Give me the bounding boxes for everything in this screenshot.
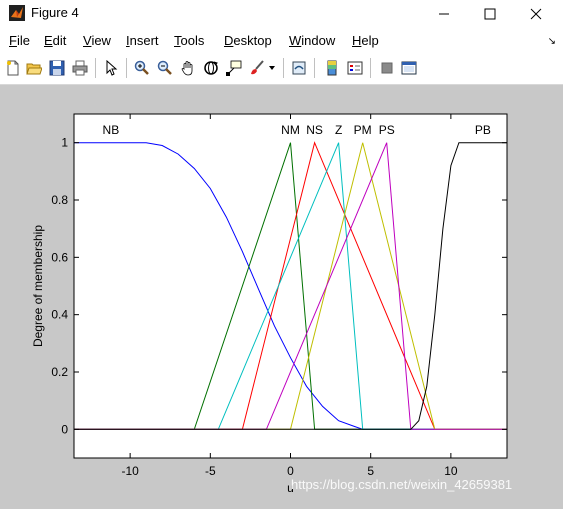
x-tick-label: -10 bbox=[121, 464, 139, 478]
select-arrow-button[interactable] bbox=[101, 58, 121, 78]
new-figure-icon bbox=[7, 60, 19, 76]
print-icon bbox=[72, 60, 88, 76]
watermark-text: https://blog.csdn.net/weixin_42659381 bbox=[291, 477, 513, 492]
menu-window-rest: indow bbox=[301, 33, 336, 48]
colorbar-button[interactable] bbox=[322, 58, 342, 78]
rotate-3d-button[interactable] bbox=[201, 58, 221, 78]
y-tick-label: 1 bbox=[61, 136, 68, 150]
brush-icon bbox=[251, 60, 264, 75]
close-button[interactable] bbox=[513, 0, 559, 28]
menu-edit[interactable]: Edit bbox=[44, 33, 66, 48]
new-figure-button[interactable] bbox=[3, 58, 23, 78]
menu-desktop-rest: esktop bbox=[233, 33, 272, 48]
series-label-z: Z bbox=[335, 123, 342, 137]
y-tick-label: 0.4 bbox=[51, 308, 68, 322]
plot-area bbox=[74, 114, 507, 458]
y-tick-label: 0.2 bbox=[51, 365, 68, 379]
menu-tools-rest: ools bbox=[180, 33, 205, 48]
pan-button[interactable] bbox=[178, 58, 198, 78]
zoom-out-button[interactable] bbox=[155, 58, 175, 78]
menu-view[interactable]: View bbox=[83, 33, 111, 48]
zoom-in-icon bbox=[134, 60, 149, 75]
menu-bar: File Edit View Insert Tools Desktop Wind… bbox=[0, 28, 563, 52]
close-icon bbox=[530, 8, 542, 20]
pan-hand-icon bbox=[181, 61, 193, 76]
y-tick-label: 0.8 bbox=[51, 193, 68, 207]
x-tick-label: 5 bbox=[367, 464, 374, 478]
figure-canvas[interactable]: NB NM NS Z PM PS PB -10 -5 0 5 10 0 0.2 0.4 0.6 0.8 1 u… bbox=[0, 85, 563, 504]
series-label-ps: PS bbox=[379, 123, 395, 137]
matlab-app-icon bbox=[9, 5, 25, 21]
menu-help-key: H bbox=[352, 33, 362, 48]
brush-dropdown[interactable] bbox=[266, 58, 278, 78]
series-label-nb: NB bbox=[103, 123, 120, 137]
maximize-icon bbox=[484, 8, 496, 20]
legend-icon bbox=[347, 61, 363, 75]
link-plot-icon bbox=[292, 61, 306, 75]
toolbar-separator bbox=[126, 58, 127, 78]
toolbar-separator bbox=[370, 58, 371, 78]
save-icon bbox=[49, 60, 65, 76]
x-tick-label: 0 bbox=[287, 464, 294, 478]
menu-help-rest: elp bbox=[361, 33, 379, 48]
menu-desktop[interactable]: Desktop bbox=[224, 33, 272, 48]
brush-button[interactable] bbox=[247, 58, 267, 78]
menu-view-rest: iew bbox=[91, 33, 111, 48]
membership-chart: NB NM NS Z PM PS PB -10 -5 0 5 10 00.20.40.60.81 u… bbox=[31, 113, 508, 495]
y-tick-label: 0 bbox=[61, 422, 68, 436]
rotate-3d-icon bbox=[204, 61, 218, 75]
menu-edit-key: E bbox=[44, 33, 53, 48]
series-label-pb: PB bbox=[475, 123, 491, 137]
data-cursor-button[interactable] bbox=[224, 58, 244, 78]
x-tick-label: 10 bbox=[444, 464, 458, 478]
zoom-out-icon bbox=[157, 60, 172, 75]
chevron-down-icon bbox=[269, 66, 275, 70]
menu-desktop-key: D bbox=[224, 33, 234, 48]
menu-edit-rest: dit bbox=[52, 33, 67, 48]
menu-file[interactable]: File bbox=[9, 33, 30, 48]
hide-plot-tools-icon bbox=[381, 62, 393, 74]
menu-file-rest: ile bbox=[16, 33, 30, 48]
title-bar: Figure 4 bbox=[0, 0, 563, 28]
menu-window-key: W bbox=[289, 33, 302, 48]
open-file-button[interactable] bbox=[24, 58, 44, 78]
menu-insert[interactable]: Insert bbox=[126, 33, 159, 48]
hide-plot-tools-button[interactable] bbox=[377, 58, 397, 78]
zoom-in-button[interactable] bbox=[132, 58, 152, 78]
toolbar-separator bbox=[283, 58, 284, 78]
x-tick-label: -5 bbox=[205, 464, 216, 478]
menu-insert-rest: nsert bbox=[129, 33, 159, 48]
save-button[interactable] bbox=[47, 58, 67, 78]
menu-tools[interactable]: Tools bbox=[174, 33, 204, 48]
menu-help[interactable]: Help bbox=[352, 33, 379, 48]
link-plot-button[interactable] bbox=[289, 58, 309, 78]
series-label-ns: NS bbox=[306, 123, 323, 137]
y-axis-label: Degree of membership bbox=[31, 225, 45, 347]
show-plot-tools-button[interactable] bbox=[399, 58, 419, 78]
menu-file-key: F bbox=[9, 33, 17, 48]
maximize-button[interactable] bbox=[467, 0, 513, 28]
toolbar-separator bbox=[95, 58, 96, 78]
minimize-button[interactable] bbox=[421, 0, 467, 28]
menu-window[interactable]: Window bbox=[289, 33, 335, 48]
dock-arrow-icon[interactable]: ↘ bbox=[548, 36, 556, 47]
figure-toolbar bbox=[0, 52, 563, 85]
legend-button[interactable] bbox=[345, 58, 365, 78]
minimize-icon bbox=[439, 13, 449, 15]
select-arrow-icon bbox=[106, 60, 118, 76]
data-cursor-icon bbox=[226, 60, 242, 76]
series-label-pm: PM bbox=[354, 123, 372, 137]
window-title: Figure 4 bbox=[31, 5, 79, 20]
toolbar-separator bbox=[314, 58, 315, 78]
series-label-nm: NM bbox=[281, 123, 300, 137]
open-file-icon bbox=[26, 63, 42, 75]
colorbar-icon bbox=[327, 60, 337, 76]
show-plot-tools-icon bbox=[401, 61, 417, 75]
y-tick-label: 0.6 bbox=[51, 250, 68, 264]
print-button[interactable] bbox=[70, 58, 90, 78]
